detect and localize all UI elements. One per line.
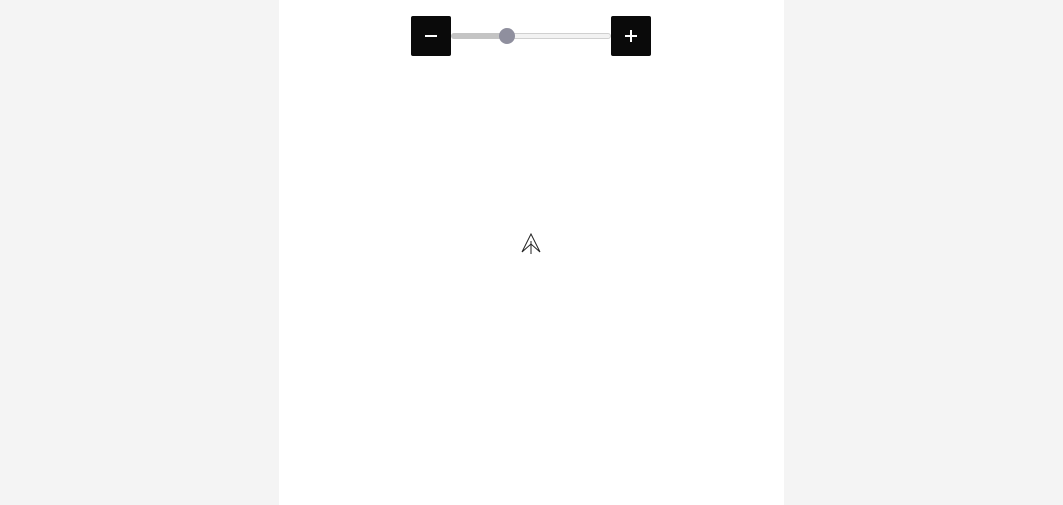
zoom-control: [411, 16, 651, 56]
map-canvas[interactable]: [279, 0, 784, 505]
zoom-out-button[interactable]: [411, 16, 451, 56]
zoom-slider[interactable]: [451, 28, 611, 44]
zoom-slider-thumb[interactable]: [499, 28, 515, 44]
north-arrow-icon: [520, 233, 542, 255]
zoom-in-button[interactable]: [611, 16, 651, 56]
minus-icon: [425, 35, 437, 37]
plus-icon: [625, 30, 637, 42]
